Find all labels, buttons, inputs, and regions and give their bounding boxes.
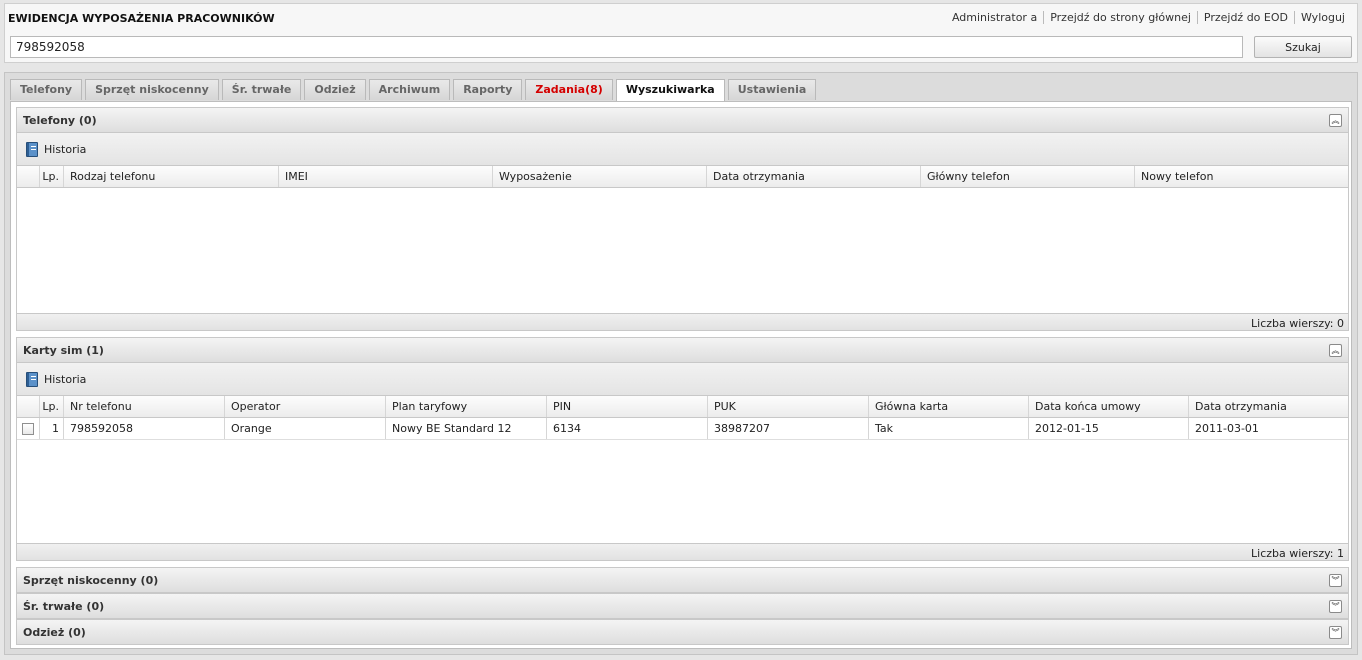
cell-nr-telefonu: 798592058	[64, 418, 225, 439]
clothing-section-header[interactable]: Odzież (0) ︾	[16, 619, 1349, 645]
col-data-otrzymania[interactable]: Data otrzymania	[1189, 396, 1347, 417]
main-panel: Telefony Sprzęt niskocenny Śr. trwałe Od…	[4, 72, 1358, 655]
col-glowny-telefon[interactable]: Główny telefon	[921, 166, 1135, 187]
col-lp[interactable]: Lp.	[40, 396, 64, 417]
clothing-section-title: Odzież (0)	[23, 626, 86, 639]
col-rodzaj-telefonu[interactable]: Rodzaj telefonu	[64, 166, 279, 187]
select-column-header	[17, 166, 40, 187]
col-nowy-telefon[interactable]: Nowy telefon	[1135, 166, 1348, 187]
double-chevron-down-icon[interactable]: ︾	[1329, 626, 1342, 639]
tab-sr-trwale[interactable]: Śr. trwałe	[221, 79, 302, 100]
cell-puk: 38987207	[708, 418, 869, 439]
col-nr-telefonu[interactable]: Nr telefonu	[64, 396, 225, 417]
phones-section-header[interactable]: Telefony (0) ︽	[16, 107, 1349, 133]
tab-sprzet-niskocenny[interactable]: Sprzęt niskocenny	[85, 79, 219, 100]
col-pin[interactable]: PIN	[547, 396, 708, 417]
low-value-section-header[interactable]: Sprzęt niskocenny (0) ︾	[16, 567, 1349, 593]
tab-archiwum[interactable]: Archiwum	[368, 79, 451, 100]
phones-row-count: Liczba wierszy: 0	[1251, 317, 1344, 330]
phones-grid-header: Lp. Rodzaj telefonu IMEI Wyposażenie Dat…	[17, 165, 1348, 188]
double-chevron-up-icon[interactable]: ︽	[1329, 344, 1342, 357]
sims-grid: Lp. Nr telefonu Operator Plan taryfowy P…	[16, 395, 1349, 547]
eod-link[interactable]: Przejdź do EOD	[1196, 11, 1294, 24]
phones-footer: Liczba wierszy: 0	[16, 313, 1349, 331]
sims-footer: Liczba wierszy: 1	[16, 543, 1349, 561]
sims-section-header[interactable]: Karty sim (1) ︽	[16, 337, 1349, 363]
cell-pin: 6134	[547, 418, 708, 439]
col-operator[interactable]: Operator	[225, 396, 386, 417]
sims-history-button[interactable]: Historia	[26, 372, 86, 387]
search-input[interactable]	[10, 36, 1243, 58]
fixed-assets-section-title: Śr. trwałe (0)	[23, 600, 105, 613]
search-results: Telefony (0) ︽ Historia Lp. Rodzaj telef…	[10, 101, 1352, 649]
top-links: Administrator a Przejdź do strony główne…	[946, 11, 1351, 24]
col-data-otrzymania[interactable]: Data otrzymania	[707, 166, 921, 187]
phones-history-label: Historia	[44, 143, 87, 156]
cell-glowna-karta: Tak	[869, 418, 1029, 439]
tab-raporty[interactable]: Raporty	[453, 79, 523, 100]
sims-toolbar: Historia	[16, 363, 1349, 395]
double-chevron-up-icon[interactable]: ︽	[1329, 114, 1342, 127]
tab-zadania[interactable]: Zadania(8)	[525, 79, 613, 100]
current-user-link[interactable]: Administrator a	[946, 11, 1043, 24]
app-title: EWIDENCJA WYPOSAŻENIA PRACOWNIKÓW	[8, 12, 275, 25]
home-link[interactable]: Przejdź do strony głównej	[1043, 11, 1197, 24]
col-data-konca-umowy[interactable]: Data końca umowy	[1029, 396, 1189, 417]
cell-operator: Orange	[225, 418, 386, 439]
select-column-header	[17, 396, 40, 417]
book-icon	[26, 372, 38, 387]
book-icon	[26, 142, 38, 157]
col-imei[interactable]: IMEI	[279, 166, 493, 187]
sims-grid-header: Lp. Nr telefonu Operator Plan taryfowy P…	[17, 395, 1348, 418]
table-row[interactable]: 1 798592058 Orange Nowy BE Standard 12 6…	[17, 418, 1348, 440]
col-lp[interactable]: Lp.	[40, 166, 64, 187]
cell-data-otrzymania: 2011-03-01	[1195, 422, 1259, 435]
cell-lp: 1	[40, 418, 64, 439]
tab-bar: Telefony Sprzęt niskocenny Śr. trwałe Od…	[10, 79, 819, 101]
double-chevron-down-icon[interactable]: ︾	[1329, 600, 1342, 613]
row-checkbox[interactable]	[22, 423, 34, 435]
phones-history-button[interactable]: Historia	[26, 142, 86, 157]
search-button[interactable]: Szukaj	[1254, 36, 1352, 58]
cell-plan-taryfowy: Nowy BE Standard 12	[386, 418, 547, 439]
app-header: EWIDENCJA WYPOSAŻENIA PRACOWNIKÓW Admini…	[4, 3, 1358, 63]
cell-data-konca-umowy: 2012-01-15	[1029, 418, 1189, 439]
tab-wyszukiwarka[interactable]: Wyszukiwarka	[615, 79, 725, 101]
tab-ustawienia[interactable]: Ustawienia	[727, 79, 817, 100]
tab-odziez[interactable]: Odzież	[304, 79, 366, 100]
tab-telefony[interactable]: Telefony	[10, 79, 83, 100]
phones-grid: Lp. Rodzaj telefonu IMEI Wyposażenie Dat…	[16, 165, 1349, 319]
phones-section-title: Telefony (0)	[23, 114, 97, 127]
double-chevron-down-icon[interactable]: ︾	[1329, 574, 1342, 587]
col-puk[interactable]: PUK	[708, 396, 869, 417]
sims-section-title: Karty sim (1)	[23, 344, 104, 357]
sims-history-label: Historia	[44, 373, 87, 386]
logout-link[interactable]: Wyloguj	[1294, 11, 1351, 24]
fixed-assets-section-header[interactable]: Śr. trwałe (0) ︾	[16, 593, 1349, 619]
sims-row-count: Liczba wierszy: 1	[1251, 547, 1344, 560]
low-value-section-title: Sprzęt niskocenny (0)	[23, 574, 159, 587]
col-wyposazenie[interactable]: Wyposażenie	[493, 166, 707, 187]
row-select[interactable]	[17, 418, 40, 439]
phones-toolbar: Historia	[16, 133, 1349, 165]
col-glowna-karta[interactable]: Główna karta	[869, 396, 1029, 417]
col-plan-taryfowy[interactable]: Plan taryfowy	[386, 396, 547, 417]
